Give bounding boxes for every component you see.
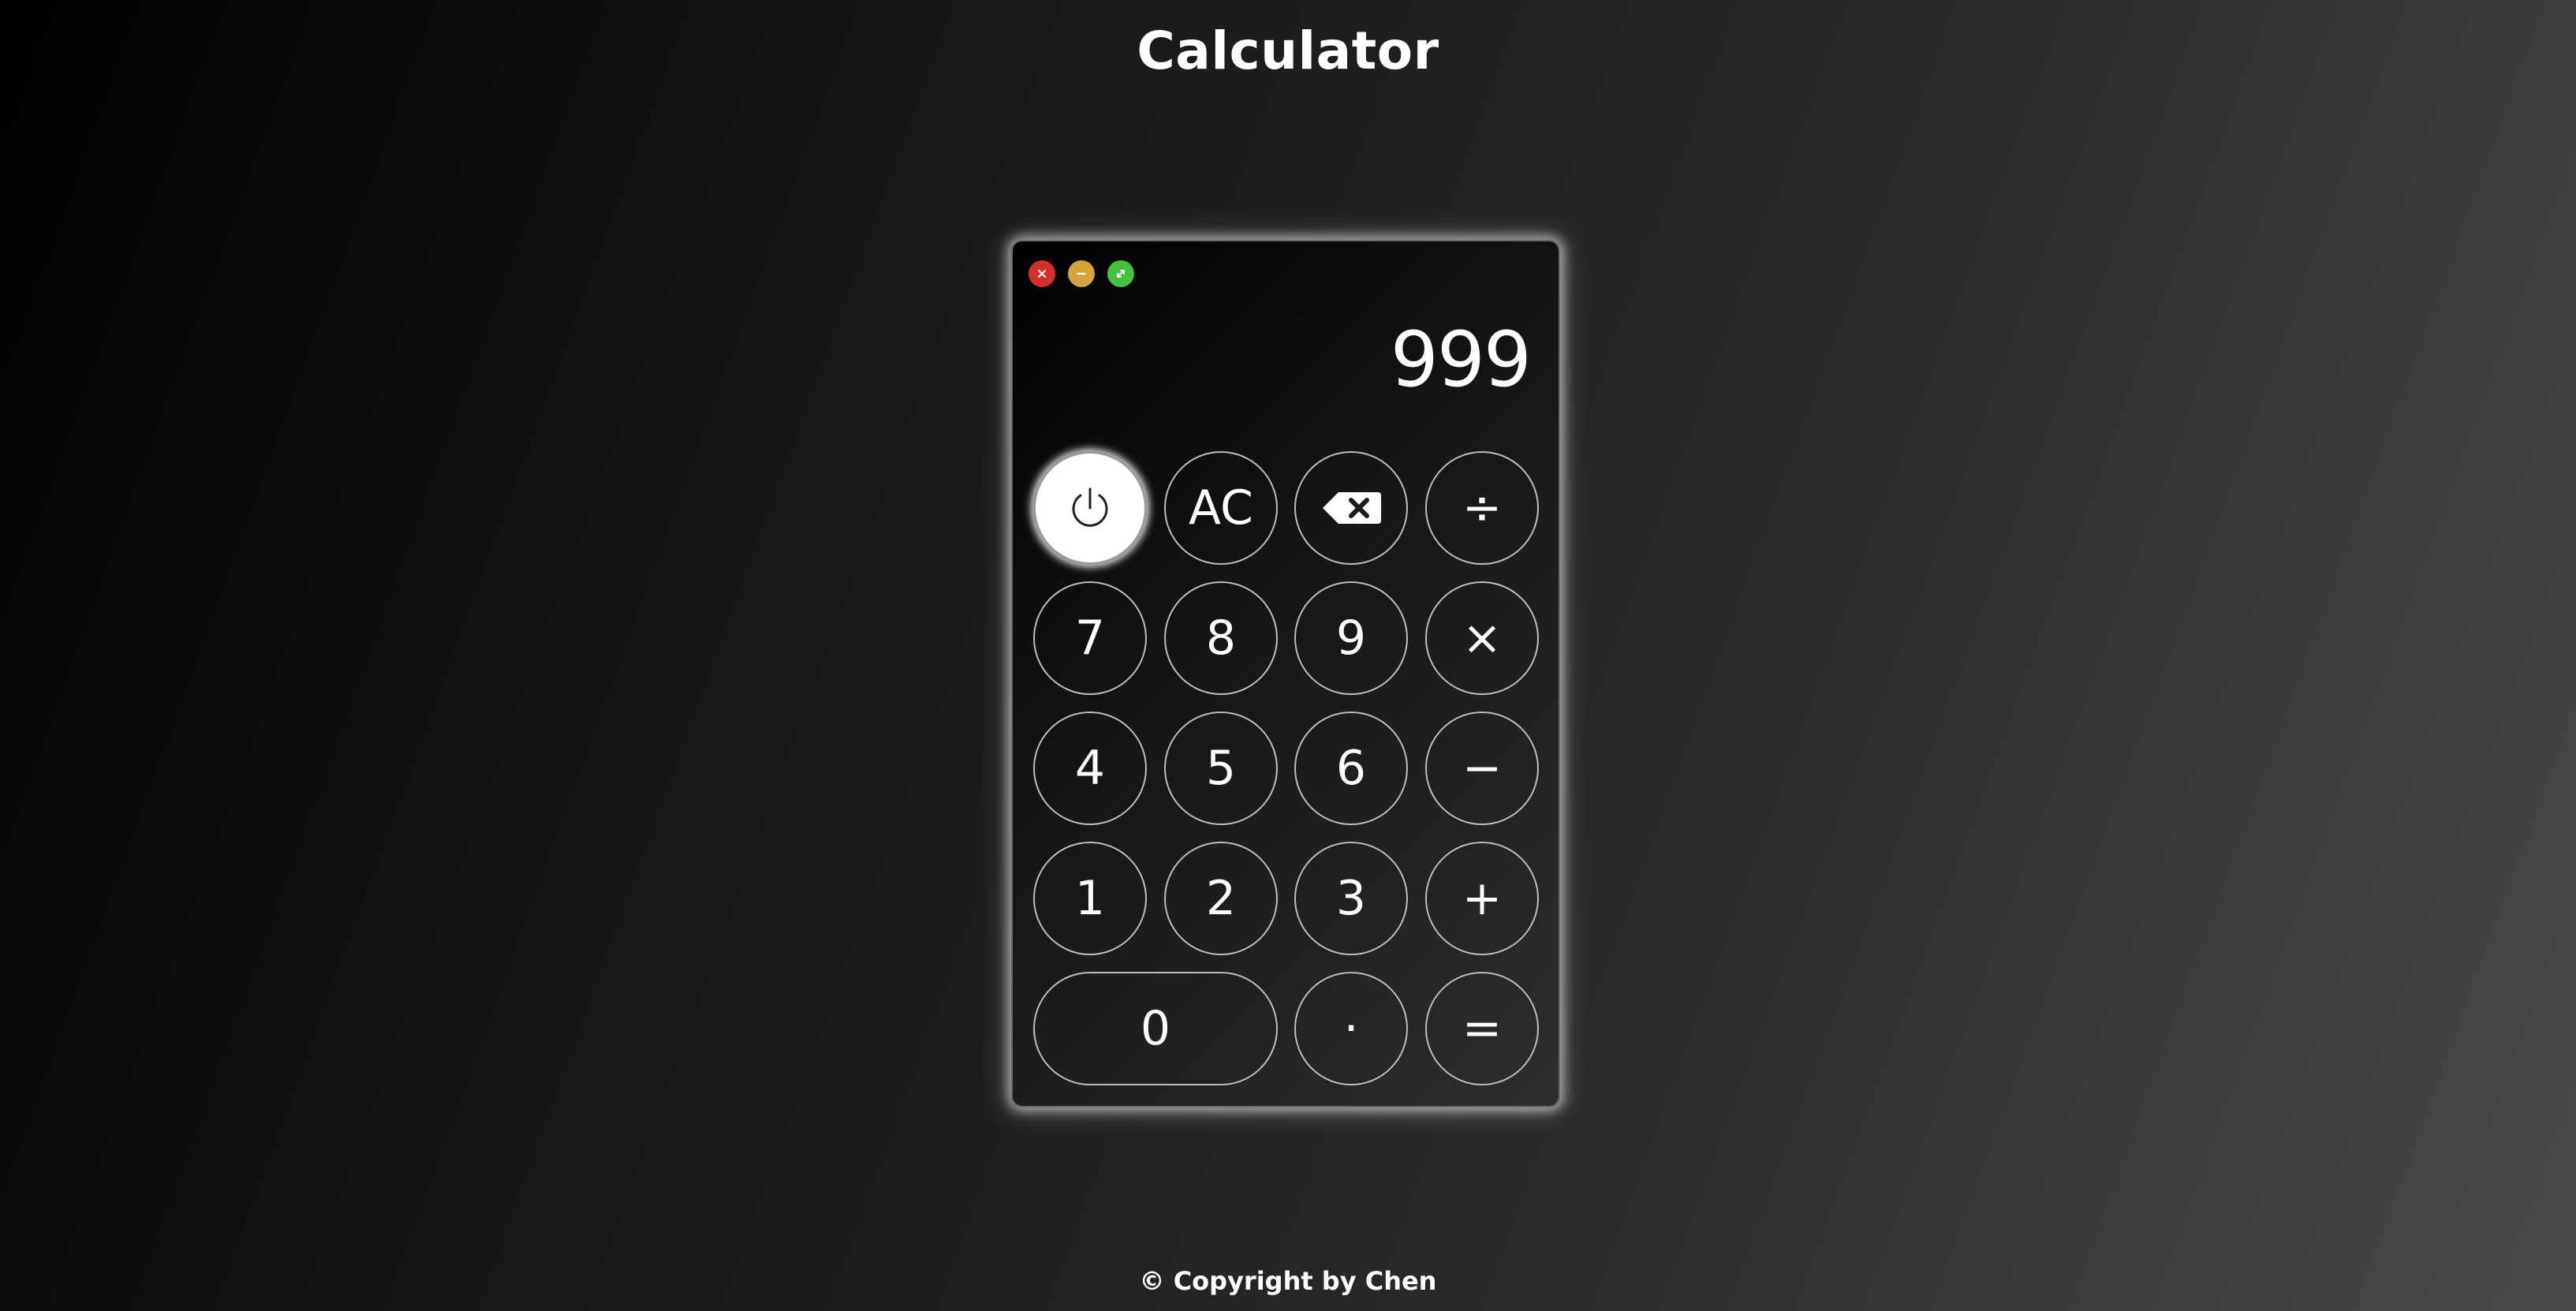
digit-4-button[interactable]: 4 [1033,712,1147,825]
digit-0-button[interactable]: 0 [1033,972,1278,1085]
calculator-display: 999 [1390,316,1532,404]
digit-6-button[interactable]: 6 [1294,712,1408,825]
divide-button[interactable]: ÷ [1425,451,1539,565]
window-controls [1029,260,1134,287]
power-button[interactable] [1033,451,1147,565]
digit-3-button[interactable]: 3 [1294,842,1408,955]
digit-2-button[interactable]: 2 [1164,842,1278,955]
add-button[interactable]: + [1425,842,1539,955]
backspace-icon [1323,492,1381,524]
close-window-button[interactable] [1029,260,1055,287]
digit-5-button[interactable]: 5 [1164,712,1278,825]
multiply-button[interactable]: × [1425,581,1539,695]
subtract-button[interactable]: − [1425,712,1539,825]
copyright-footer: © Copyright by Chen [1139,1266,1437,1296]
calculator-window: 999 AC ÷ 7 8 9 × 4 5 6 − 1 2 3 + 0 · = [1011,240,1560,1107]
power-icon [1072,487,1108,527]
page-title: Calculator [1137,21,1439,81]
close-icon [1037,269,1047,278]
minus-icon [1077,272,1086,275]
digit-9-button[interactable]: 9 [1294,581,1408,695]
equals-button[interactable]: = [1425,972,1539,1085]
digit-8-button[interactable]: 8 [1164,581,1278,695]
maximize-window-button[interactable] [1107,260,1134,287]
clear-button[interactable]: AC [1164,451,1278,565]
minimize-window-button[interactable] [1068,260,1095,287]
digit-7-button[interactable]: 7 [1033,581,1147,695]
expand-icon [1116,269,1126,278]
digit-1-button[interactable]: 1 [1033,842,1147,955]
backspace-button[interactable] [1294,451,1408,565]
decimal-button[interactable]: · [1294,972,1408,1085]
